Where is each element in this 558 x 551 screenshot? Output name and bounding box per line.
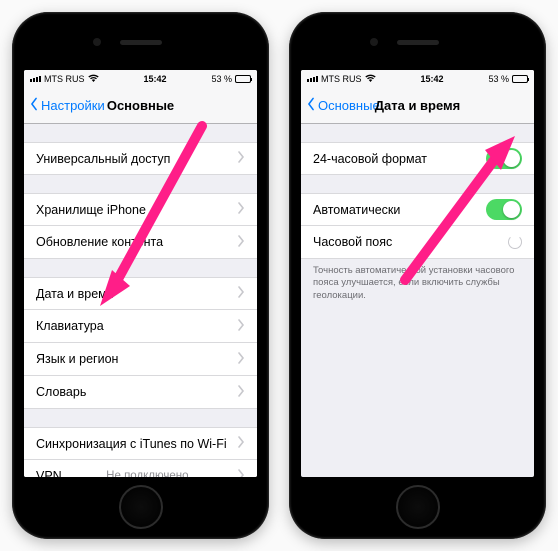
row-date-time[interactable]: Дата и время bbox=[24, 277, 257, 310]
toggle-automatic[interactable] bbox=[486, 199, 522, 220]
row-label: Клавиатура bbox=[36, 319, 104, 333]
battery-percent: 53 % bbox=[211, 74, 232, 84]
chevron-right-icon bbox=[237, 385, 245, 400]
status-time: 15:42 bbox=[143, 74, 166, 84]
phone-speaker bbox=[120, 40, 162, 45]
status-bar: MTS RUS 15:42 53 % bbox=[301, 70, 534, 88]
footer-note: Точность автоматической установки часово… bbox=[301, 259, 534, 302]
battery-icon bbox=[235, 75, 251, 83]
row-language-region[interactable]: Язык и регион bbox=[24, 343, 257, 376]
row-label: Язык и регион bbox=[36, 352, 118, 366]
row-label: Обновление контента bbox=[36, 235, 163, 249]
battery-icon bbox=[512, 75, 528, 83]
phone-speaker bbox=[397, 40, 439, 45]
settings-list: Универсальный доступ Хранилище iPhone Об… bbox=[24, 124, 257, 477]
row-itunes-wifi-sync[interactable]: Синхронизация с iTunes по Wi-Fi bbox=[24, 427, 257, 460]
row-accessibility[interactable]: Универсальный доступ bbox=[24, 142, 257, 175]
row-set-automatically[interactable]: Автоматически bbox=[301, 193, 534, 226]
navbar: Основные Дата и время bbox=[301, 88, 534, 124]
row-label: Автоматически bbox=[313, 203, 400, 217]
settings-list: 24-часовой формат Автоматически Часовой … bbox=[301, 124, 534, 477]
navbar: Настройки Основные bbox=[24, 88, 257, 124]
status-bar: MTS RUS 15:42 53 % bbox=[24, 70, 257, 88]
chevron-right-icon bbox=[237, 202, 245, 217]
status-time: 15:42 bbox=[420, 74, 443, 84]
row-dictionary[interactable]: Словарь bbox=[24, 376, 257, 409]
chevron-right-icon bbox=[237, 436, 245, 451]
wifi-icon bbox=[88, 74, 99, 84]
row-storage[interactable]: Хранилище iPhone bbox=[24, 193, 257, 226]
row-keyboard[interactable]: Клавиатура bbox=[24, 310, 257, 343]
carrier-label: MTS RUS bbox=[44, 74, 85, 84]
row-timezone[interactable]: Часовой пояс bbox=[301, 226, 534, 259]
home-button[interactable] bbox=[396, 485, 440, 529]
row-label: 24-часовой формат bbox=[313, 152, 427, 166]
chevron-right-icon bbox=[237, 469, 245, 478]
battery-percent: 53 % bbox=[488, 74, 509, 84]
row-label: VPN bbox=[36, 469, 62, 477]
wifi-icon bbox=[365, 74, 376, 84]
signal-icon bbox=[307, 76, 318, 82]
back-button[interactable]: Настройки bbox=[24, 97, 105, 114]
chevron-right-icon bbox=[237, 235, 245, 250]
chevron-right-icon bbox=[237, 286, 245, 301]
screen-date-time: MTS RUS 15:42 53 % Основные Дата и время… bbox=[301, 70, 534, 477]
screen-general: MTS RUS 15:42 53 % Настройки Основные Ун… bbox=[24, 70, 257, 477]
row-label: Синхронизация с iTunes по Wi-Fi bbox=[36, 437, 227, 451]
row-label: Словарь bbox=[36, 385, 86, 399]
toggle-24h[interactable] bbox=[486, 148, 522, 169]
back-label: Настройки bbox=[41, 98, 105, 113]
chevron-left-icon bbox=[28, 97, 40, 114]
row-label: Дата и время bbox=[36, 287, 114, 301]
phone-right: MTS RUS 15:42 53 % Основные Дата и время… bbox=[289, 12, 546, 539]
row-24h-format[interactable]: 24-часовой формат bbox=[301, 142, 534, 175]
chevron-right-icon bbox=[237, 352, 245, 367]
row-label: Часовой пояс bbox=[313, 235, 392, 249]
carrier-label: MTS RUS bbox=[321, 74, 362, 84]
back-label: Основные bbox=[318, 98, 380, 113]
loading-spinner-icon bbox=[508, 235, 522, 249]
home-button[interactable] bbox=[119, 485, 163, 529]
row-label: Универсальный доступ bbox=[36, 152, 170, 166]
chevron-right-icon bbox=[237, 151, 245, 166]
row-background-refresh[interactable]: Обновление контента bbox=[24, 226, 257, 259]
chevron-right-icon bbox=[237, 319, 245, 334]
row-vpn[interactable]: VPN Не подключено bbox=[24, 460, 257, 477]
back-button[interactable]: Основные bbox=[301, 97, 380, 114]
signal-icon bbox=[30, 76, 41, 82]
phone-left: MTS RUS 15:42 53 % Настройки Основные Ун… bbox=[12, 12, 269, 539]
chevron-left-icon bbox=[305, 97, 317, 114]
phone-camera bbox=[370, 38, 378, 46]
vpn-status: Не подключено bbox=[106, 470, 192, 477]
phone-camera bbox=[93, 38, 101, 46]
row-label: Хранилище iPhone bbox=[36, 203, 146, 217]
